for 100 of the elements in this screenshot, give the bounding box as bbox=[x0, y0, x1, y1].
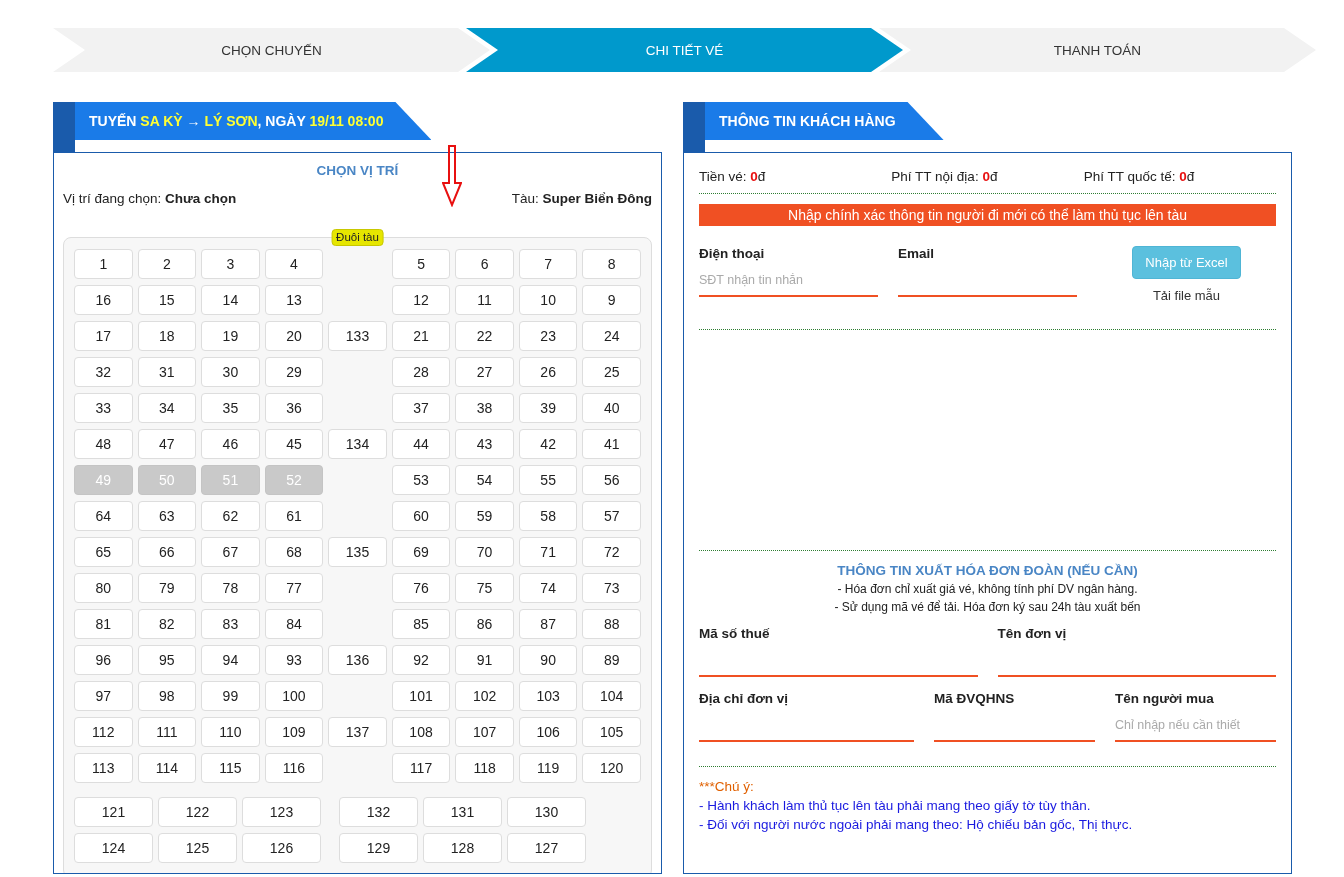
seat-button[interactable]: 98 bbox=[137, 681, 197, 711]
seat-button[interactable]: 68 bbox=[264, 537, 324, 567]
seat-button[interactable]: 104 bbox=[582, 681, 641, 711]
seat-button[interactable]: 64 bbox=[74, 501, 133, 531]
seat-button[interactable]: 117 bbox=[391, 753, 451, 783]
seat-button[interactable]: 33 bbox=[74, 393, 133, 423]
seat-button[interactable]: 65 bbox=[74, 537, 133, 567]
seat-button[interactable]: 10 bbox=[518, 285, 578, 315]
seat-button[interactable]: 121 bbox=[74, 797, 153, 827]
seat-button[interactable]: 67 bbox=[201, 537, 260, 567]
seat-button[interactable]: 99 bbox=[201, 681, 260, 711]
seat-button[interactable]: 8 bbox=[582, 249, 641, 279]
seat-button[interactable]: 57 bbox=[582, 501, 641, 531]
seat-button[interactable]: 81 bbox=[74, 609, 133, 639]
seat-button[interactable]: 122 bbox=[158, 797, 237, 827]
seat-button[interactable]: 125 bbox=[158, 833, 237, 863]
seat-button[interactable]: 90 bbox=[518, 645, 578, 675]
seat-button[interactable]: 120 bbox=[582, 753, 641, 783]
seat-button[interactable]: 13 bbox=[264, 285, 324, 315]
seat-button[interactable]: 36 bbox=[264, 393, 324, 423]
seat-button[interactable]: 39 bbox=[518, 393, 578, 423]
seat-button[interactable]: 85 bbox=[391, 609, 451, 639]
seat-button[interactable]: 73 bbox=[582, 573, 641, 603]
seat-button[interactable]: 131 bbox=[423, 797, 502, 827]
seat-button[interactable]: 56 bbox=[582, 465, 641, 495]
seat-button[interactable]: 93 bbox=[264, 645, 324, 675]
seat-button[interactable]: 101 bbox=[391, 681, 451, 711]
seat-button[interactable]: 30 bbox=[201, 357, 260, 387]
seat-button[interactable]: 105 bbox=[582, 717, 641, 747]
seat-button[interactable]: 113 bbox=[74, 753, 133, 783]
seat-button[interactable]: 7 bbox=[518, 249, 578, 279]
seat-button[interactable]: 63 bbox=[137, 501, 197, 531]
seat-button[interactable]: 29 bbox=[264, 357, 324, 387]
seat-button[interactable]: 70 bbox=[455, 537, 514, 567]
seat-button[interactable]: 69 bbox=[391, 537, 451, 567]
seat-button[interactable]: 136 bbox=[328, 645, 387, 675]
seat-button[interactable]: 134 bbox=[328, 429, 387, 459]
seat-button[interactable]: 25 bbox=[582, 357, 641, 387]
seat-button[interactable]: 106 bbox=[518, 717, 578, 747]
seat-button[interactable]: 102 bbox=[455, 681, 514, 711]
seat-button[interactable]: 89 bbox=[582, 645, 641, 675]
seat-button[interactable]: 44 bbox=[391, 429, 451, 459]
seat-button[interactable]: 86 bbox=[455, 609, 514, 639]
seat-button[interactable]: 66 bbox=[137, 537, 197, 567]
seat-button[interactable]: 3 bbox=[201, 249, 260, 279]
seat-button[interactable]: 43 bbox=[455, 429, 514, 459]
seat-button[interactable]: 32 bbox=[74, 357, 133, 387]
seat-button[interactable]: 114 bbox=[137, 753, 197, 783]
seat-button[interactable]: 15 bbox=[137, 285, 197, 315]
seat-button[interactable]: 82 bbox=[137, 609, 197, 639]
seat-button[interactable]: 77 bbox=[264, 573, 324, 603]
seat-button[interactable]: 11 bbox=[455, 285, 514, 315]
seat-button[interactable]: 55 bbox=[518, 465, 578, 495]
step-tab[interactable]: THANH TOÁN bbox=[879, 28, 1316, 72]
seat-button[interactable]: 5 bbox=[391, 249, 451, 279]
seat-button[interactable]: 19 bbox=[201, 321, 260, 351]
seat-button[interactable]: 116 bbox=[264, 753, 324, 783]
seat-button[interactable]: 126 bbox=[242, 833, 321, 863]
seat-button[interactable]: 84 bbox=[264, 609, 324, 639]
seat-button[interactable]: 31 bbox=[137, 357, 197, 387]
seat-button[interactable]: 20 bbox=[264, 321, 324, 351]
seat-button[interactable]: 38 bbox=[455, 393, 514, 423]
seat-button[interactable]: 18 bbox=[137, 321, 197, 351]
seat-button[interactable]: 108 bbox=[391, 717, 451, 747]
seat-button[interactable]: 27 bbox=[455, 357, 514, 387]
seat-button[interactable]: 16 bbox=[74, 285, 133, 315]
seat-button[interactable]: 62 bbox=[201, 501, 260, 531]
seat-button[interactable]: 119 bbox=[518, 753, 578, 783]
seat-button[interactable]: 23 bbox=[518, 321, 578, 351]
seat-button[interactable]: 135 bbox=[328, 537, 387, 567]
seat-button[interactable]: 94 bbox=[201, 645, 260, 675]
seat-button[interactable]: 74 bbox=[518, 573, 578, 603]
seat-button[interactable]: 34 bbox=[137, 393, 197, 423]
seat-button[interactable]: 87 bbox=[518, 609, 578, 639]
seat-button[interactable]: 133 bbox=[328, 321, 387, 351]
seat-button[interactable]: 96 bbox=[74, 645, 133, 675]
seat-button[interactable]: 115 bbox=[201, 753, 260, 783]
seat-button[interactable]: 54 bbox=[455, 465, 514, 495]
seat-button[interactable]: 132 bbox=[339, 797, 418, 827]
seat-button[interactable]: 130 bbox=[507, 797, 586, 827]
seat-button[interactable]: 35 bbox=[201, 393, 260, 423]
seat-button[interactable]: 58 bbox=[518, 501, 578, 531]
seat-button[interactable]: 97 bbox=[74, 681, 133, 711]
seat-button[interactable]: 129 bbox=[339, 833, 418, 863]
seat-button[interactable]: 72 bbox=[582, 537, 641, 567]
seat-button[interactable]: 137 bbox=[328, 717, 387, 747]
seat-button[interactable]: 123 bbox=[242, 797, 321, 827]
seat-button[interactable]: 46 bbox=[201, 429, 260, 459]
seat-button[interactable]: 37 bbox=[391, 393, 451, 423]
seat-button[interactable]: 109 bbox=[264, 717, 324, 747]
seat-button[interactable]: 111 bbox=[137, 717, 197, 747]
seat-button[interactable]: 1 bbox=[74, 249, 133, 279]
seat-button[interactable]: 40 bbox=[582, 393, 641, 423]
seat-button[interactable]: 2 bbox=[137, 249, 197, 279]
seat-button[interactable]: 95 bbox=[137, 645, 197, 675]
seat-button[interactable]: 59 bbox=[455, 501, 514, 531]
step-tab[interactable]: CHỌN CHUYẾN bbox=[53, 28, 490, 72]
seat-button[interactable]: 41 bbox=[582, 429, 641, 459]
seat-button[interactable]: 45 bbox=[264, 429, 324, 459]
seat-button[interactable]: 100 bbox=[264, 681, 324, 711]
